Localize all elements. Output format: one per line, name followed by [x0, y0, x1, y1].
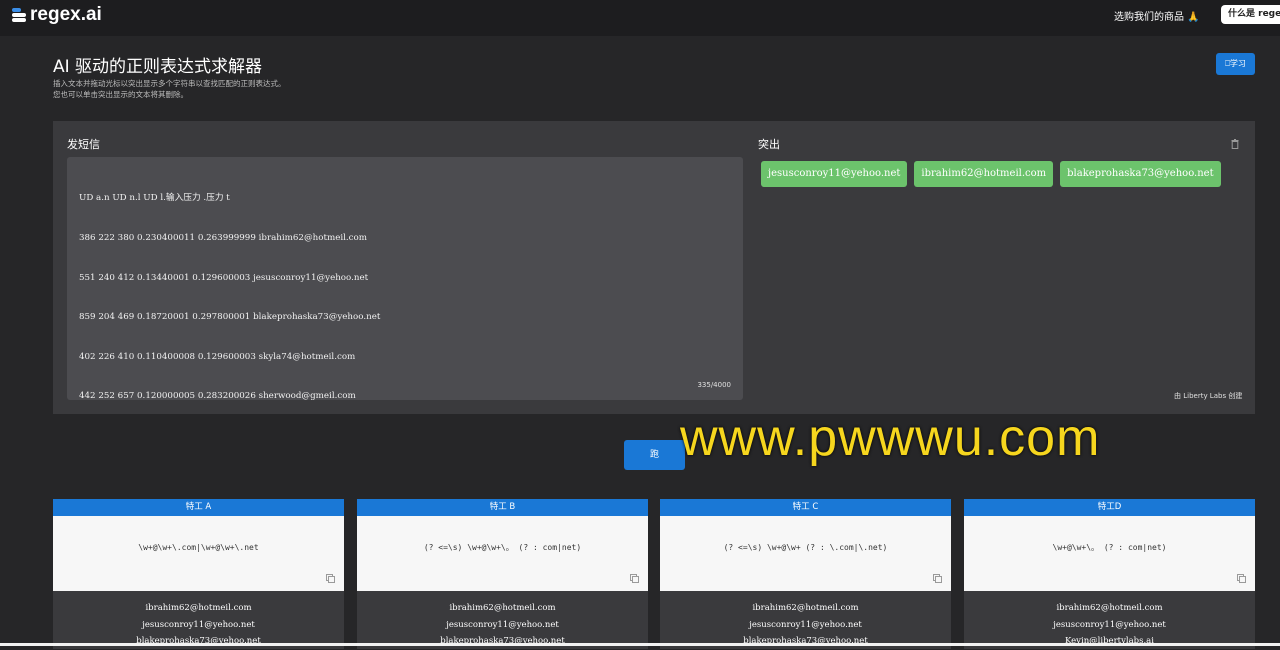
watermark-text: www.pwwwu.com — [680, 409, 1101, 467]
what-is-regex-ai-button[interactable]: 什么是 regex.ai — [1221, 5, 1280, 24]
agent-card-d: 特工D \w+@\w+\。 (? : com|net) ibrahim62@ho… — [964, 499, 1255, 649]
regex-text: (? <=\s) \w+@\w+\。 (? : com|net) — [423, 543, 582, 552]
result-item: Kevin@libertylabs.ai — [1065, 636, 1154, 646]
copy-icon[interactable] — [630, 574, 639, 583]
editor-panel: 发短信 UD a.n UD n.l UD l.输入压力 .压力 t 386 22… — [53, 121, 1255, 414]
result-item: blakeprohaska73@yehoo.net — [136, 636, 261, 646]
run-button[interactable]: 跑 — [624, 440, 685, 470]
logo-text: regex.ai — [30, 4, 102, 25]
highlight-chips: jesusconroy11@yehoo.net ibrahim62@hotmei… — [761, 161, 1221, 187]
highlight-chip[interactable]: jesusconroy11@yehoo.net — [761, 161, 908, 187]
agent-card-c: 特工 C (? <=\s) \w+@\w+ (? : \.com|\.net) … — [660, 499, 951, 649]
highlight-chip[interactable]: ibrahim62@hotmeil.com — [914, 161, 1054, 187]
regex-text: \w+@\w+\.com|\w+@\w+\.net — [138, 543, 259, 552]
agent-header: 特工 A — [53, 499, 344, 516]
subtitle-line: 插入文本并拖动光标以突出显示多个字符串以查找匹配的正则表达式。 — [53, 79, 286, 88]
result-item: blakeprohaska73@yehoo.net — [440, 636, 565, 646]
result-item: jesusconroy11@yehoo.net — [1053, 619, 1166, 630]
result-item: ibrahim62@hotmeil.com — [752, 603, 859, 613]
regex-text: \w+@\w+\。 (? : com|net) — [1052, 543, 1167, 552]
text-content[interactable]: UD a.n UD n.l UD l.输入压力 .压力 t 386 222 38… — [79, 166, 380, 430]
agent-regex: \w+@\w+\。 (? : com|net) — [964, 516, 1255, 591]
learn-button[interactable]: ⎕学习 — [1216, 53, 1255, 75]
page-title: AI 驱动的正则表达式求解器 — [53, 57, 263, 77]
agent-regex: \w+@\w+\.com|\w+@\w+\.net — [53, 516, 344, 591]
copy-icon[interactable] — [326, 574, 335, 583]
result-item: jesusconroy11@yehoo.net — [142, 619, 255, 630]
copy-icon[interactable] — [1237, 574, 1246, 583]
result-item: blakeprohaska73@yehoo.net — [743, 636, 868, 646]
top-navbar: regex.ai 选购我们的商品 🙏 什么是 regex.ai — [0, 0, 1280, 36]
subtitle-line: 您也可以单击突出显示的文本将其删除。 — [53, 90, 188, 99]
text-line[interactable]: 859 204 469 0.18720001 0.297800001 blake… — [79, 311, 380, 324]
result-item: jesusconroy11@yehoo.net — [749, 619, 862, 630]
highlight-chip[interactable]: blakeprohaska73@yehoo.net — [1060, 161, 1221, 187]
shop-link[interactable]: 选购我们的商品 🙏 — [1114, 8, 1200, 23]
page-subtitle: 插入文本并拖动光标以突出显示多个字符串以查找匹配的正则表达式。 您也可以单击突出… — [53, 78, 286, 100]
copy-icon[interactable] — [933, 574, 942, 583]
result-item: ibrahim62@hotmeil.com — [1056, 603, 1163, 613]
agent-card-b: 特工 B (? <=\s) \w+@\w+\。 (? : com|net) ib… — [357, 499, 648, 649]
agent-results: ibrahim62@hotmeil.com jesusconroy11@yeho… — [53, 591, 344, 650]
trash-icon[interactable] — [1231, 139, 1239, 149]
agent-header: 特工 C — [660, 499, 951, 516]
agent-header: 特工D — [964, 499, 1255, 516]
text-line[interactable]: UD a.n UD n.l UD l.输入压力 .压力 t — [79, 192, 380, 205]
agent-results: ibrahim62@hotmeil.com jesusconroy11@yeho… — [660, 591, 951, 650]
result-item: ibrahim62@hotmeil.com — [145, 603, 252, 613]
credit-text[interactable]: 由 Liberty Labs 创建 — [1174, 391, 1242, 401]
text-line[interactable]: 386 222 380 0.230400011 0.263999999 ibra… — [79, 232, 380, 245]
agent-regex: (? <=\s) \w+@\w+ (? : \.com|\.net) — [660, 516, 951, 591]
text-section-label: 发短信 — [67, 138, 100, 151]
agent-results: ibrahim62@hotmeil.com jesusconroy11@yeho… — [357, 591, 648, 650]
char-count: 335/4000 — [697, 381, 731, 389]
text-line[interactable]: 442 252 657 0.120000005 0.283200026 sher… — [79, 390, 380, 403]
logo[interactable]: regex.ai — [12, 4, 102, 26]
text-line[interactable]: 551 240 412 0.13440001 0.129600003 jesus… — [79, 272, 380, 285]
agent-regex: (? <=\s) \w+@\w+\。 (? : com|net) — [357, 516, 648, 591]
text-input-area[interactable]: UD a.n UD n.l UD l.输入压力 .压力 t 386 222 38… — [67, 157, 743, 401]
regex-text: (? <=\s) \w+@\w+ (? : \.com|\.net) — [723, 543, 888, 552]
highlight-section-label: 突出 — [758, 138, 780, 151]
result-item: jesusconroy11@yehoo.net — [446, 619, 559, 630]
agent-header: 特工 B — [357, 499, 648, 516]
agent-results: ibrahim62@hotmeil.com jesusconroy11@yeho… — [964, 591, 1255, 650]
result-item: ibrahim62@hotmeil.com — [449, 603, 556, 613]
agent-card-a: 特工 A \w+@\w+\.com|\w+@\w+\.net ibrahim62… — [53, 499, 344, 649]
logo-icon — [12, 7, 26, 23]
text-line[interactable]: 402 226 410 0.110400008 0.129600003 skyl… — [79, 351, 380, 364]
